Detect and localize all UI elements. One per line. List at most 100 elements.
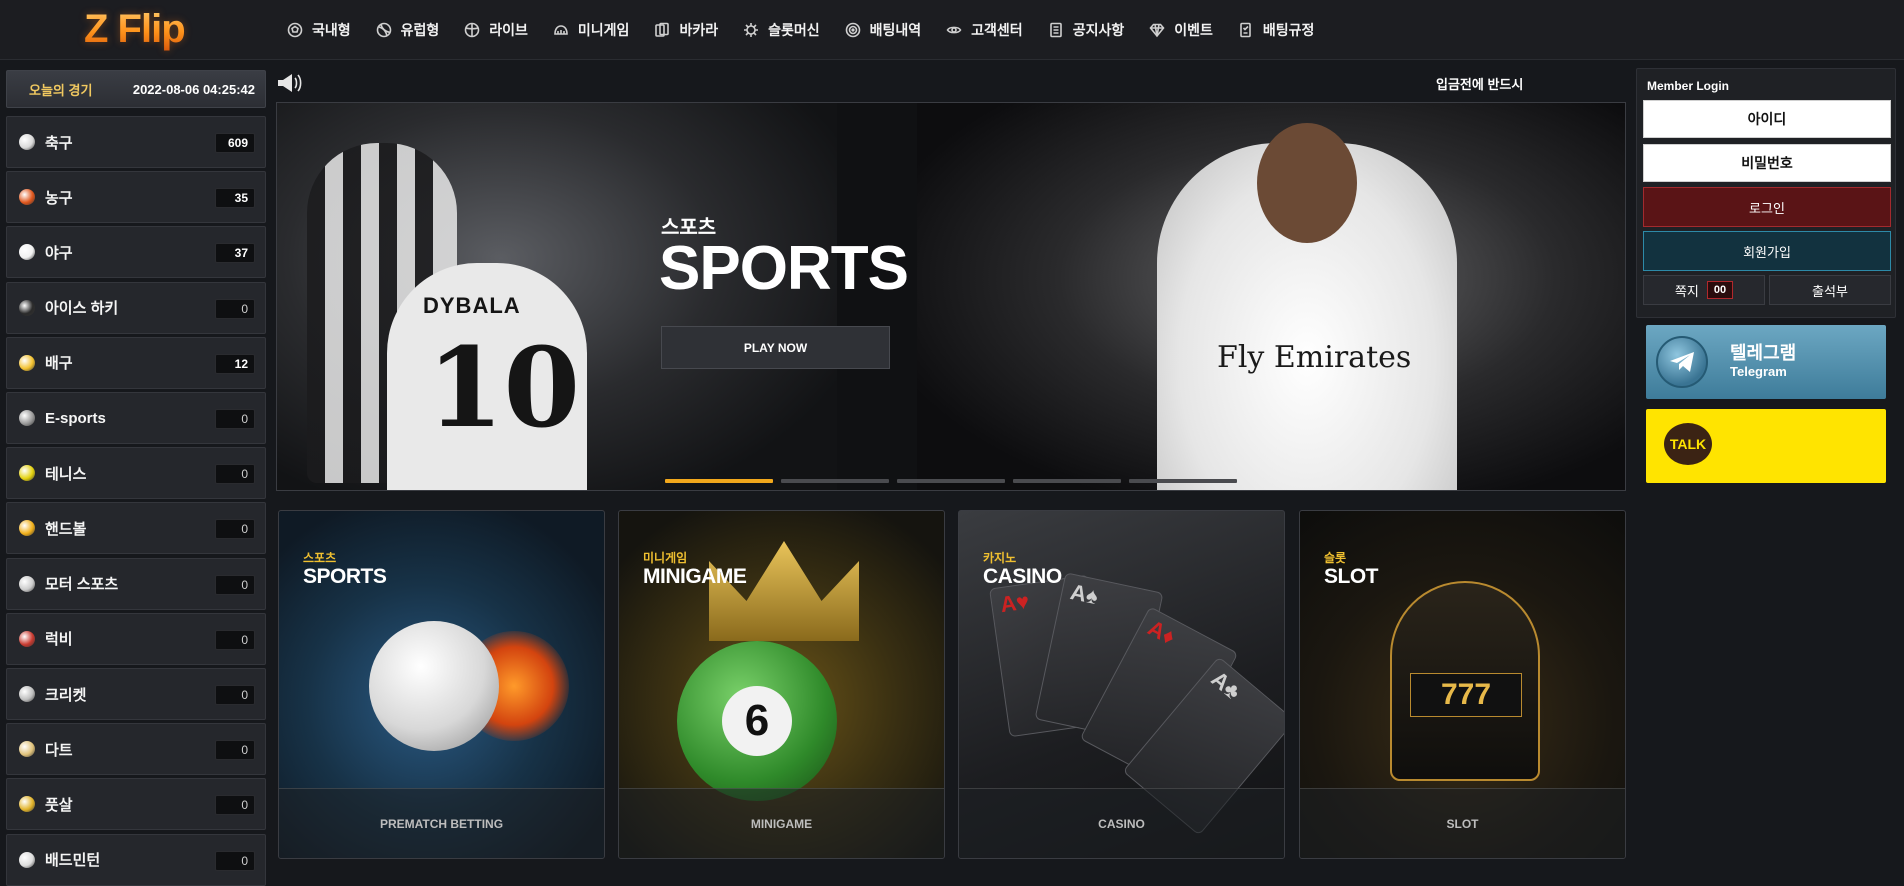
sport-item[interactable]: 크리켓 0: [6, 668, 266, 720]
sport-name: 테니스: [45, 465, 87, 483]
sports-ball-icon: [375, 21, 393, 39]
telegram-banner[interactable]: 텔레그램 Telegram: [1646, 325, 1886, 399]
player-image-back: DYBALA 10: [387, 263, 587, 490]
card-ko-label: 카지노: [983, 551, 1017, 565]
slide-indicator[interactable]: [1129, 479, 1237, 483]
sport-name: 다트: [45, 741, 73, 759]
slide-indicator[interactable]: [1013, 479, 1121, 483]
card-ko-label: 미니게임: [643, 551, 688, 565]
sport-item[interactable]: 배구 12: [6, 336, 266, 389]
nav-slot[interactable]: 슬롯머신: [742, 0, 820, 60]
sport-count-badge: 37: [215, 243, 255, 264]
crown-graphic: [709, 541, 859, 641]
card-footer[interactable]: SLOT: [1300, 788, 1625, 858]
sport-count-badge: 609: [215, 133, 255, 153]
site-logo[interactable]: Z Flip: [84, 4, 186, 54]
pool-ball-number: 6: [722, 686, 792, 756]
card-footer[interactable]: MINIGAME: [619, 788, 944, 858]
nav-domestic[interactable]: 국내형: [286, 0, 351, 60]
login-button[interactable]: 로그인: [1643, 187, 1891, 227]
card-casino[interactable]: A♥ A♠ A♦ A♣ 카지노 CASINO CASINO: [958, 510, 1285, 859]
card-title: CASINO: [983, 565, 1062, 588]
nav-notice[interactable]: 공지사항: [1047, 0, 1124, 60]
card-footer[interactable]: PREMATCH BETTING: [279, 788, 604, 858]
cards-icon: [653, 21, 671, 39]
nav-label: 이벤트: [1174, 22, 1213, 38]
sport-item[interactable]: 다트 0: [6, 723, 266, 776]
attendance-button[interactable]: 출석부: [1769, 275, 1891, 305]
sport-item[interactable]: 축구 609: [6, 116, 266, 168]
sport-item[interactable]: 농구 35: [6, 171, 266, 224]
handball-icon: [19, 520, 35, 537]
sport-item[interactable]: 풋살 0: [6, 778, 266, 831]
today-games-header: 오늘의 경기 2022-08-06 04:25:42: [6, 70, 266, 108]
nav-label: 미니게임: [577, 22, 630, 38]
slide-indicator[interactable]: [897, 479, 1005, 483]
megaphone-icon: [278, 74, 302, 92]
password-field[interactable]: 비밀번호: [1643, 144, 1891, 182]
card-footer[interactable]: CASINO: [959, 788, 1284, 858]
sport-item[interactable]: 아이스 하키 0: [6, 281, 266, 334]
telegram-subtitle: Telegram: [1730, 364, 1787, 379]
soccer-ball-icon: [286, 21, 304, 39]
minigame-icon: [552, 21, 570, 39]
slide-indicator[interactable]: [665, 479, 773, 483]
hero-banner[interactable]: DYBALA 10 Fly Emirates 스포츠 SPORTS PLAY N…: [276, 102, 1626, 491]
sport-name: 아이스 하키: [45, 300, 119, 318]
sport-item[interactable]: 배드민턴 0: [6, 833, 266, 886]
sport-count-badge: 35: [215, 188, 255, 209]
telegram-title: 텔레그램: [1730, 343, 1797, 363]
notice-bar: 입금전에 반드시: [276, 68, 1626, 98]
gamepad-icon: [19, 410, 35, 426]
nav-label: 배팅규정: [1262, 22, 1315, 38]
nav-label: 라이브: [489, 22, 528, 38]
slide-indicator[interactable]: [781, 479, 889, 483]
player-image-right: Fly Emirates: [1157, 123, 1457, 490]
message-label: 쪽지: [1674, 283, 1699, 299]
dart-icon: [19, 741, 35, 758]
card-sports[interactable]: 스포츠 SPORTS PREMATCH BETTING: [278, 510, 605, 859]
slot-reels: 777: [1410, 673, 1522, 717]
sport-item[interactable]: 핸드볼 0: [6, 502, 266, 555]
nav-label: 고객센터: [971, 22, 1023, 38]
play-now-button[interactable]: PLAY NOW: [661, 326, 890, 369]
message-button[interactable]: 쪽지 00: [1643, 275, 1765, 305]
id-field[interactable]: 아이디: [1643, 100, 1891, 138]
telegram-icon: [1656, 336, 1708, 388]
sport-item[interactable]: 모터 스포츠 0: [6, 557, 266, 610]
sidebar-title: 오늘의 경기: [29, 82, 93, 98]
nav-rules[interactable]: 배팅규정: [1237, 0, 1315, 60]
sport-name: 농구: [45, 189, 73, 207]
nav-event[interactable]: 이벤트: [1148, 0, 1213, 60]
sport-count-badge: 0: [215, 740, 255, 761]
signup-button[interactable]: 회원가입: [1643, 231, 1891, 271]
nav-live[interactable]: 라이브: [463, 0, 528, 60]
support-icon: [945, 21, 963, 39]
sport-count-badge: 0: [215, 685, 255, 705]
live-icon: [463, 21, 481, 39]
card-title: MINIGAME: [643, 565, 747, 588]
nav-european[interactable]: 유럽형: [375, 0, 439, 60]
sport-item[interactable]: 럭비 0: [6, 612, 266, 665]
card-slot[interactable]: 777 슬롯 SLOT SLOT: [1299, 510, 1626, 859]
sport-item[interactable]: 야구 37: [6, 226, 266, 279]
nav-bet-history[interactable]: 배팅내역: [844, 0, 921, 60]
notice-icon: [1047, 21, 1065, 39]
login-title: Member Login: [1647, 79, 1730, 93]
card-minigame[interactable]: 6 미니게임 MINIGAME MINIGAME: [618, 510, 945, 859]
sport-name: 배구: [45, 355, 73, 373]
sidebar: 오늘의 경기 2022-08-06 04:25:42 축구 609 농구 35 야구 37…: [6, 70, 266, 886]
sport-count-badge: 0: [215, 795, 255, 816]
sport-item[interactable]: 테니스 0: [6, 447, 266, 500]
nav-support[interactable]: 고객센터: [945, 0, 1023, 60]
sport-name: 축구: [45, 134, 73, 152]
kakao-talk-banner[interactable]: TALK: [1646, 409, 1886, 483]
sport-count-badge: 0: [215, 850, 255, 871]
nav-baccarat[interactable]: 바카라: [653, 0, 718, 60]
nav-minigame[interactable]: 미니게임: [552, 0, 630, 60]
sport-name: 야구: [45, 244, 73, 262]
soccer-ball-graphic: [369, 621, 499, 751]
sport-item[interactable]: E-sports 0: [6, 392, 266, 444]
jersey-name: DYBALA: [423, 293, 521, 318]
message-count-badge: 00: [1706, 281, 1734, 299]
